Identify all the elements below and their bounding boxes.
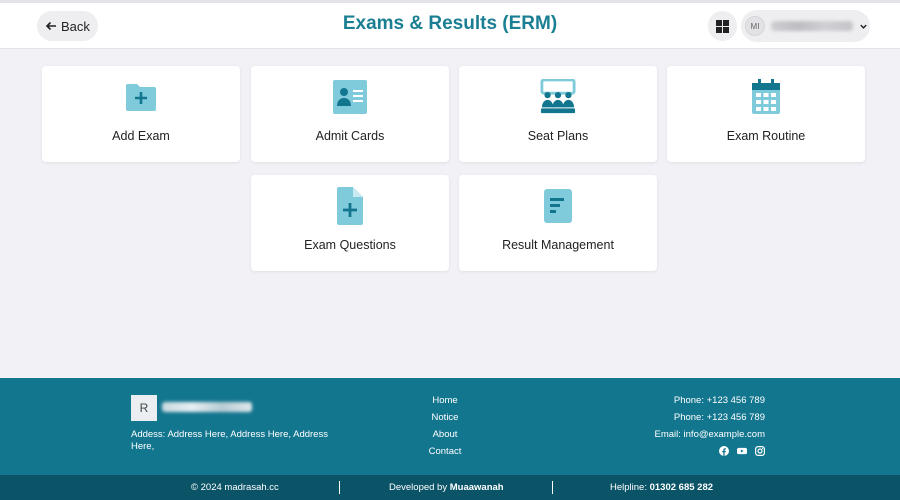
footer-link-contact[interactable]: Contact: [429, 445, 462, 458]
site-footer: R Addess: Address Here, Address Here, Ad…: [0, 378, 900, 475]
footer-link-about[interactable]: About: [433, 428, 458, 441]
id-card-icon: [332, 79, 368, 115]
footer-phone-2: Phone: +123 456 789: [673, 412, 765, 423]
social-links: [719, 446, 765, 456]
card-seat-plans[interactable]: Seat Plans: [459, 66, 657, 162]
email-value[interactable]: info@example.com: [684, 429, 765, 440]
email-label: Email:: [654, 429, 681, 440]
avatar: MI: [745, 16, 765, 36]
footer-email: Email: info@example.com: [654, 428, 765, 441]
card-exam-questions[interactable]: Exam Questions: [251, 175, 449, 271]
helpline: Helpline: 01302 685 282: [610, 482, 713, 493]
folder-add-icon: [123, 79, 159, 115]
card-add-exam[interactable]: Add Exam: [42, 66, 240, 162]
user-name-redacted: [771, 21, 853, 31]
facebook-icon[interactable]: [719, 446, 729, 456]
chevron-down-icon: [860, 24, 867, 29]
footer-link-notice[interactable]: Notice: [432, 411, 459, 424]
card-label: Exam Routine: [726, 129, 806, 143]
footer-phone-1: Phone: +123 456 789: [673, 395, 765, 406]
helpline-label: Helpline:: [610, 482, 647, 493]
footer-logo: R: [131, 395, 157, 421]
footer-links: Home Notice About Contact: [405, 394, 485, 458]
card-admit-cards[interactable]: Admit Cards: [251, 66, 449, 162]
calendar-icon: [748, 79, 784, 115]
youtube-icon[interactable]: [737, 446, 747, 456]
document-list-icon: [540, 188, 576, 224]
footer-org-name-redacted: [162, 402, 252, 412]
footer-contact: Phone: +123 456 789 Phone: +123 456 789 …: [654, 394, 765, 456]
developed-by: Developed by Muaawanah: [389, 482, 504, 493]
card-label: Seat Plans: [527, 129, 589, 143]
user-menu[interactable]: MI: [741, 10, 870, 42]
card-exam-routine[interactable]: Exam Routine: [667, 66, 865, 162]
bottom-bar: © 2024 madrasah.cc Developed by Muaawana…: [0, 475, 900, 500]
footer-address: Addess: Address Here, Address Here, Addr…: [131, 429, 328, 452]
copyright-text: © 2024 madrasah.cc: [191, 482, 279, 493]
card-result-management[interactable]: Result Management: [459, 175, 657, 271]
card-label: Admit Cards: [315, 129, 385, 143]
seat-plan-icon: [540, 79, 576, 115]
divider: [339, 481, 340, 494]
file-add-icon: [332, 187, 368, 225]
app-header: Back Exams & Results (ERM) MI: [0, 3, 900, 49]
footer-link-home[interactable]: Home: [432, 394, 457, 407]
developer-name[interactable]: Muaawanah: [450, 482, 504, 493]
instagram-icon[interactable]: [755, 446, 765, 456]
apps-grid-button[interactable]: [708, 11, 737, 41]
divider: [552, 481, 553, 494]
card-label: Result Management: [502, 238, 614, 252]
card-label: Add Exam: [112, 129, 170, 143]
developed-label: Developed by: [389, 482, 448, 493]
grid-icon: [716, 19, 729, 33]
card-label: Exam Questions: [304, 238, 396, 252]
helpline-number: 01302 685 282: [649, 482, 714, 493]
